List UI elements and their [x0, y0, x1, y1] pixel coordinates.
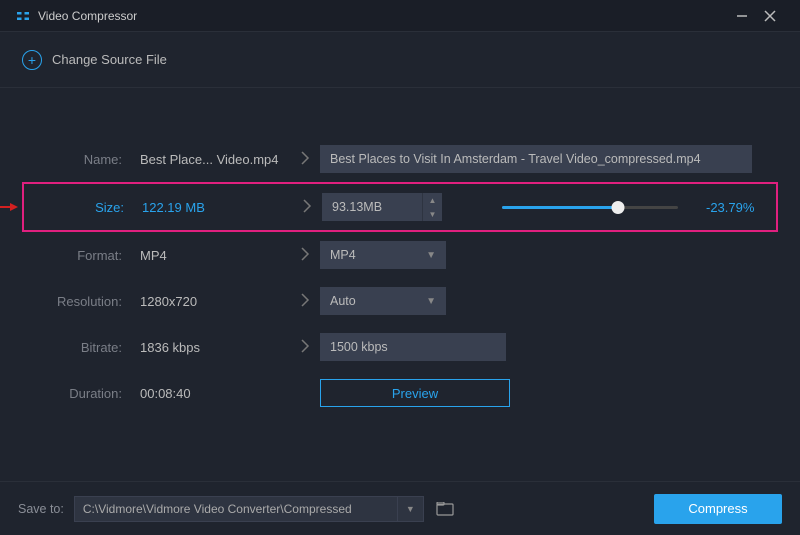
change-source-bar[interactable]: + Change Source File — [0, 32, 800, 88]
change-source-label: Change Source File — [52, 52, 167, 67]
annotation-arrow-icon — [0, 202, 18, 212]
name-label: Name: — [24, 152, 140, 167]
output-name-input[interactable] — [320, 145, 752, 173]
main-content: Name: Best Place... Video.mp4 Size: 122.… — [0, 88, 800, 416]
duration-row: Duration: 00:08:40 Preview — [24, 370, 776, 416]
add-icon: + — [22, 50, 42, 70]
resolution-label: Resolution: — [24, 294, 140, 309]
size-percent: -23.79% — [706, 200, 754, 215]
format-row: Format: MP4 MP4 ▼ — [24, 232, 776, 278]
format-value: MP4 — [140, 248, 290, 263]
duration-value: 00:08:40 — [140, 386, 290, 401]
footer-bar: Save to: ▼ Compress — [0, 481, 800, 535]
size-slider[interactable]: -23.79% — [502, 200, 754, 215]
duration-label: Duration: — [24, 386, 140, 401]
stepper-down-icon[interactable]: ▼ — [423, 207, 442, 221]
size-value: 122.19 MB — [142, 200, 292, 215]
app-icon — [16, 9, 30, 23]
size-output-input[interactable] — [322, 193, 422, 221]
size-stepper[interactable]: ▲ ▼ — [322, 193, 442, 221]
window-title: Video Compressor — [38, 9, 728, 23]
arrow-icon — [290, 339, 320, 356]
resolution-value: 1280x720 — [140, 294, 290, 309]
resolution-row: Resolution: 1280x720 Auto ▼ — [24, 278, 776, 324]
save-path-dropdown[interactable]: ▼ — [398, 496, 424, 522]
format-label: Format: — [24, 248, 140, 263]
slider-thumb[interactable] — [612, 201, 625, 214]
size-row: Size: 122.19 MB ▲ ▼ -23.79% — [26, 184, 774, 230]
minimize-button[interactable] — [728, 2, 756, 30]
compress-button[interactable]: Compress — [654, 494, 782, 524]
open-folder-button[interactable] — [432, 496, 458, 522]
save-path-input[interactable] — [74, 496, 398, 522]
bitrate-input[interactable] — [320, 333, 506, 361]
name-value: Best Place... Video.mp4 — [140, 152, 290, 167]
chevron-down-icon: ▼ — [426, 296, 436, 307]
arrow-icon — [290, 151, 320, 168]
save-to-label: Save to: — [18, 502, 64, 516]
stepper-up-icon[interactable]: ▲ — [423, 193, 442, 207]
chevron-down-icon: ▼ — [426, 250, 436, 261]
size-label: Size: — [26, 200, 142, 215]
format-select[interactable]: MP4 ▼ — [320, 241, 446, 269]
titlebar: Video Compressor — [0, 0, 800, 32]
resolution-select[interactable]: Auto ▼ — [320, 287, 446, 315]
close-button[interactable] — [756, 2, 784, 30]
arrow-icon — [292, 199, 322, 216]
arrow-icon — [290, 247, 320, 264]
bitrate-label: Bitrate: — [24, 340, 140, 355]
chevron-down-icon: ▼ — [406, 504, 415, 514]
bitrate-row: Bitrate: 1836 kbps — [24, 324, 776, 370]
size-highlight-box: Size: 122.19 MB ▲ ▼ -23.79% — [22, 182, 778, 232]
name-row: Name: Best Place... Video.mp4 — [24, 136, 776, 182]
bitrate-value: 1836 kbps — [140, 340, 290, 355]
arrow-icon — [290, 293, 320, 310]
preview-button[interactable]: Preview — [320, 379, 510, 407]
folder-icon — [436, 502, 454, 516]
